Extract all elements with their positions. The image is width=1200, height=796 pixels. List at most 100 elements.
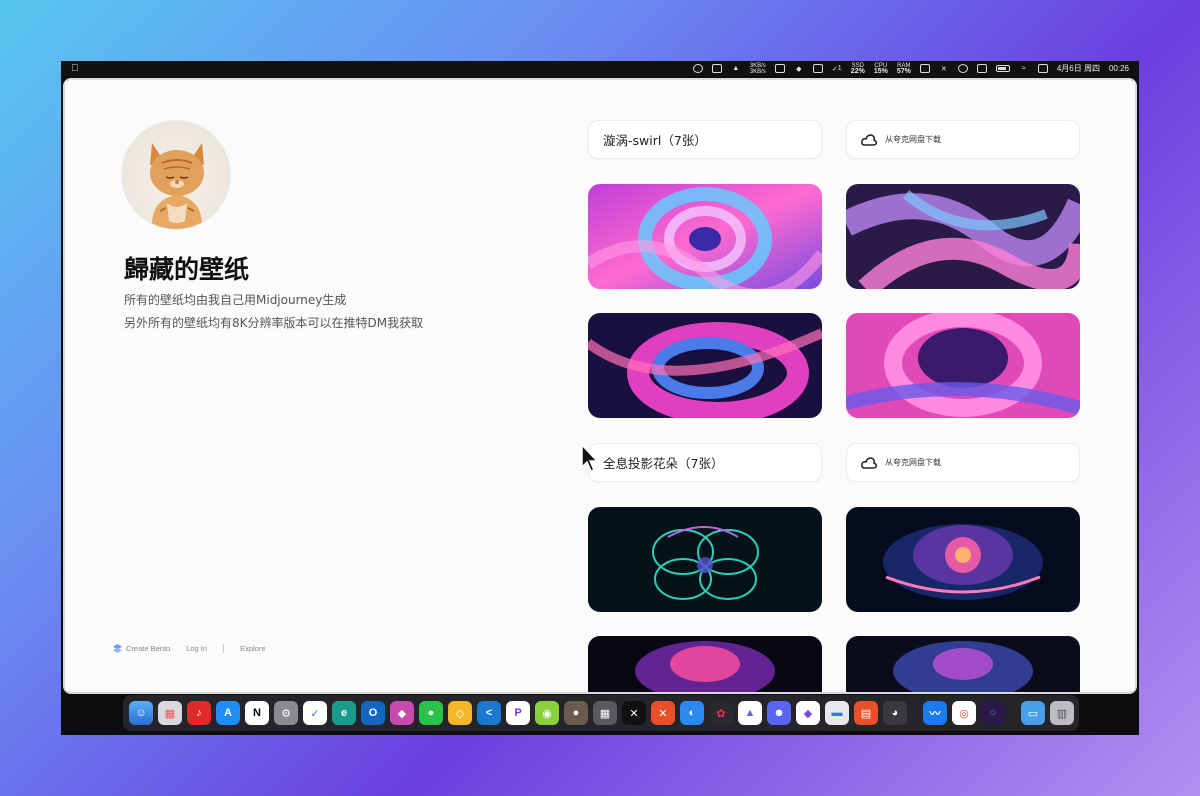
ram-stat[interactable]: RAM 57% bbox=[897, 63, 911, 75]
page-footer: Create Bento Log In Explore bbox=[113, 644, 282, 653]
lock-icon[interactable] bbox=[812, 64, 823, 73]
net-down-value: 3KB/s bbox=[749, 68, 766, 75]
cat-avatar-image bbox=[150, 143, 204, 229]
clipboard-icon[interactable] bbox=[774, 64, 785, 73]
bento-logo-icon bbox=[113, 644, 122, 653]
chrome-icon[interactable]: ◎ bbox=[952, 701, 976, 725]
dock: ☺ ▦ ♪ A N ⚙ ✓ e O ◆ ● ◇ < P ◉ ● ▦ ✕ ✕ ◐ … bbox=[123, 695, 1079, 731]
sketch-icon[interactable]: ◇ bbox=[448, 701, 472, 725]
profile-avatar bbox=[121, 120, 231, 230]
explore-link[interactable]: Explore bbox=[240, 644, 265, 653]
wechat-menu-icon[interactable] bbox=[957, 64, 968, 73]
app-orb-icon[interactable]: ● bbox=[564, 701, 588, 725]
explore-label: Explore bbox=[240, 644, 266, 653]
wallpaper-flower-2[interactable] bbox=[846, 507, 1080, 612]
wallpaper-image bbox=[588, 184, 822, 289]
ticktick-icon[interactable]: ✓ bbox=[303, 701, 327, 725]
launchpad-icon[interactable]: ▦ bbox=[158, 701, 182, 725]
profile-description-2: 另外所有的壁纸均有8K分辨率版本可以在推特DM我获取 bbox=[124, 316, 424, 330]
desktop-screen:  ▲ 3KB/s 3KB/s ◆ ✓1 SSD 22% CPU 15% RAM bbox=[61, 61, 1139, 735]
browser-blue-icon[interactable]: ◐ bbox=[680, 701, 704, 725]
app-menu-icon[interactable] bbox=[976, 64, 987, 73]
pockity-icon[interactable]: P bbox=[506, 701, 530, 725]
finder-icon[interactable]: ☺ bbox=[129, 701, 153, 725]
downloads-folder-icon[interactable]: ▭ bbox=[1021, 701, 1045, 725]
trash-icon[interactable]: ▥ bbox=[1050, 701, 1074, 725]
download-label: 从夸克网盘下载 bbox=[885, 135, 941, 144]
wallpaper-image bbox=[846, 507, 1080, 612]
app-x-icon[interactable]: ✕ bbox=[651, 701, 675, 725]
login-link[interactable]: Log In bbox=[186, 644, 207, 653]
calculator-icon[interactable]: ▦ bbox=[593, 701, 617, 725]
outlook-icon[interactable]: O bbox=[361, 701, 385, 725]
display-icon[interactable] bbox=[919, 64, 930, 73]
record-icon[interactable] bbox=[692, 64, 703, 73]
wallpaper-image bbox=[846, 636, 1080, 692]
wallpaper-swirl-4[interactable] bbox=[846, 313, 1080, 418]
footer-divider bbox=[223, 644, 225, 653]
wallpaper-image bbox=[588, 507, 822, 612]
mouse-cursor-icon bbox=[581, 443, 599, 472]
capcut-icon[interactable]: ✕ bbox=[622, 701, 646, 725]
figma-icon[interactable]: ✿ bbox=[709, 701, 733, 725]
wallpaper-image bbox=[846, 184, 1080, 289]
download-card-flowers[interactable]: 从夸克网盘下载 bbox=[846, 443, 1080, 482]
s-app-icon[interactable] bbox=[711, 64, 722, 73]
create-bento-link[interactable]: Create Bento bbox=[113, 644, 170, 653]
cloud-icon bbox=[861, 456, 877, 469]
wallpaper-flower-1[interactable] bbox=[588, 507, 822, 612]
ticktick-count: 1 bbox=[837, 65, 842, 72]
cpu-stat[interactable]: CPU 15% bbox=[874, 63, 888, 75]
wechat-icon[interactable]: ● bbox=[419, 701, 443, 725]
network-speed[interactable]: 3KB/s 3KB/s bbox=[750, 63, 766, 75]
notion-icon[interactable]: N bbox=[245, 701, 269, 725]
browser-window: 歸藏的壁纸 所有的壁纸均由我自己用Midjourney生成 另外所有的壁纸均有8… bbox=[65, 80, 1135, 692]
app-green-icon[interactable]: ◉ bbox=[535, 701, 559, 725]
edge-icon[interactable]: e bbox=[332, 701, 356, 725]
control-center-icon[interactable] bbox=[1037, 64, 1048, 73]
apple-menu-icon[interactable]:  bbox=[71, 63, 79, 74]
app-blue-icon[interactable]: 〰 bbox=[923, 701, 947, 725]
profile-description-1: 所有的壁纸均由我自己用Midjourney生成 bbox=[124, 293, 347, 307]
discord-icon[interactable]: ☻ bbox=[767, 701, 791, 725]
wallpaper-image bbox=[588, 313, 822, 418]
cpu-value: 15% bbox=[873, 67, 888, 75]
craft-icon[interactable]: ▲ bbox=[738, 701, 762, 725]
login-label: Log In bbox=[186, 644, 208, 653]
netease-music-icon[interactable]: ♪ bbox=[187, 701, 211, 725]
wallpaper-image bbox=[588, 636, 822, 692]
arc-icon[interactable]: ○ bbox=[981, 701, 1005, 725]
battery-icon[interactable] bbox=[995, 65, 1010, 72]
section-title-card-flowers[interactable]: 全息投影花朵（7张） bbox=[588, 443, 822, 482]
ssd-value: 22% bbox=[850, 67, 865, 75]
wallpaper-flower-4[interactable] bbox=[846, 636, 1080, 692]
obsidian-icon[interactable]: ◆ bbox=[796, 701, 820, 725]
wallpaper-swirl-3[interactable] bbox=[588, 313, 822, 418]
menubar-date[interactable]: 4月6日 周四 bbox=[1057, 63, 1100, 74]
wallpaper-image bbox=[846, 313, 1080, 418]
wallpaper-swirl-2[interactable] bbox=[846, 184, 1080, 289]
cloud-icon bbox=[861, 133, 877, 146]
section-title: 漩涡-swirl（7张） bbox=[603, 133, 707, 148]
wifi-icon[interactable]: ≈ bbox=[1019, 64, 1029, 74]
menubar-time[interactable]: 00:26 bbox=[1109, 64, 1129, 73]
app-store-icon[interactable]: A bbox=[216, 701, 240, 725]
system-settings-icon[interactable]: ⚙ bbox=[274, 701, 298, 725]
wallpaper-flower-3[interactable] bbox=[588, 636, 822, 692]
vscode-icon[interactable]: < bbox=[477, 701, 501, 725]
ssd-stat[interactable]: SSD 22% bbox=[851, 63, 865, 75]
dropbox-icon[interactable]: ◆ bbox=[794, 64, 804, 74]
ticktick-menu-icon[interactable]: ✓ 1 bbox=[832, 64, 842, 74]
menu-bar:  ▲ 3KB/s 3KB/s ◆ ✓1 SSD 22% CPU 15% RAM bbox=[61, 61, 1139, 76]
cat-menu-icon[interactable]: ▲ bbox=[731, 64, 741, 74]
download-card-swirl[interactable]: 从夸克网盘下载 bbox=[846, 120, 1080, 159]
mute-icon[interactable]: ✕ bbox=[939, 64, 949, 74]
create-bento-label: Create Bento bbox=[126, 644, 171, 653]
fantastical-icon[interactable]: ▤ bbox=[854, 701, 878, 725]
keynote-icon[interactable]: ▬ bbox=[825, 701, 849, 725]
section-title-card-swirl[interactable]: 漩涡-swirl（7张） bbox=[588, 120, 822, 159]
wallpaper-swirl-1[interactable] bbox=[588, 184, 822, 289]
download-label: 从夸克网盘下载 bbox=[885, 458, 941, 467]
setapp-icon[interactable]: ◆ bbox=[390, 701, 414, 725]
cat-app-icon[interactable]: ◕ bbox=[883, 701, 907, 725]
